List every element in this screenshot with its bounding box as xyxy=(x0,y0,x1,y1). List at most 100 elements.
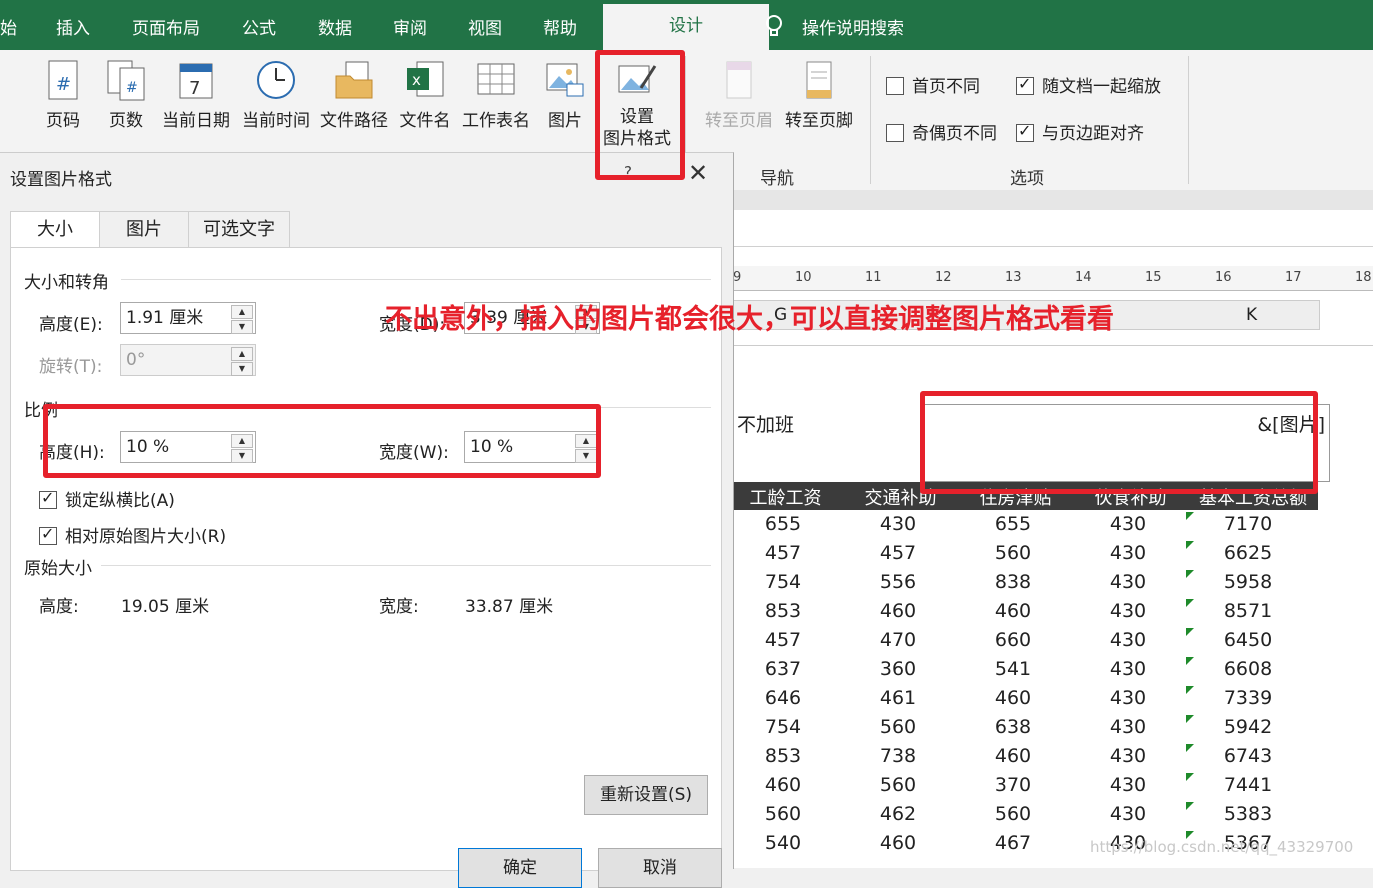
table-cell[interactable]: 460 xyxy=(963,600,1063,622)
table-cell[interactable]: 461 xyxy=(848,687,948,709)
table-cell[interactable]: 556 xyxy=(848,571,948,593)
header-left-text[interactable]: 不加班 xyxy=(737,410,794,437)
table-cell[interactable]: 6625 xyxy=(1198,542,1298,564)
table-cell[interactable]: 7170 xyxy=(1198,513,1298,535)
tab-design[interactable]: 设计 xyxy=(603,4,769,50)
table-cell[interactable]: 541 xyxy=(963,658,1063,680)
table-cell[interactable]: 430 xyxy=(1078,803,1178,825)
table-cell[interactable]: 560 xyxy=(733,803,833,825)
tab-view[interactable]: 视图 xyxy=(468,14,502,39)
sheet-name-button[interactable]: 工作表名 xyxy=(458,58,534,131)
table-cell[interactable]: 430 xyxy=(1078,571,1178,593)
tab-page-layout[interactable]: 页面布局 xyxy=(132,14,200,39)
table-cell[interactable]: 5958 xyxy=(1198,571,1298,593)
table-cell[interactable]: 470 xyxy=(848,629,948,651)
option-align-margins[interactable]: 与页边距对齐 xyxy=(1016,119,1144,144)
table-cell[interactable]: 430 xyxy=(848,513,948,535)
table-cell[interactable]: 460 xyxy=(963,687,1063,709)
height-spin-arrows[interactable]: ▲ ▼ xyxy=(231,305,253,334)
option-diff-odd-even[interactable]: 奇偶页不同 xyxy=(886,119,997,144)
tab-data[interactable]: 数据 xyxy=(318,14,352,39)
ok-button[interactable]: 确定 xyxy=(458,848,582,888)
relative-original-option[interactable]: 相对原始图片大小(R) xyxy=(39,522,226,547)
table-cell[interactable]: 460 xyxy=(848,832,948,854)
table-cell[interactable]: 7441 xyxy=(1198,774,1298,796)
relative-original-checkbox[interactable] xyxy=(39,524,57,545)
option-diff-first[interactable]: 首页不同 xyxy=(886,72,980,97)
table-cell[interactable]: 430 xyxy=(1078,629,1178,651)
table-cell[interactable]: 467 xyxy=(963,832,1063,854)
column-header-k[interactable]: K xyxy=(1246,305,1257,325)
lock-aspect-checkbox[interactable] xyxy=(39,488,57,509)
table-cell[interactable]: 660 xyxy=(963,629,1063,651)
table-cell[interactable]: 853 xyxy=(733,745,833,767)
table-cell[interactable]: 560 xyxy=(963,542,1063,564)
tab-home[interactable]: 始 xyxy=(0,14,17,39)
rotate-spin-arrows[interactable]: ▲ ▼ xyxy=(231,347,253,376)
goto-header-button[interactable]: 转至页眉 xyxy=(700,58,778,131)
down-arrow-icon[interactable]: ▼ xyxy=(231,362,253,376)
table-cell[interactable]: 430 xyxy=(1078,774,1178,796)
table-cell[interactable]: 370 xyxy=(963,774,1063,796)
close-icon[interactable]: ✕ xyxy=(688,159,708,187)
table-cell[interactable]: 6608 xyxy=(1198,658,1298,680)
tab-review[interactable]: 审阅 xyxy=(393,14,427,39)
goto-footer-button[interactable]: 转至页脚 xyxy=(780,58,858,131)
table-cell[interactable]: 360 xyxy=(848,658,948,680)
table-cell[interactable]: 460 xyxy=(848,600,948,622)
table-cell[interactable]: 430 xyxy=(1078,716,1178,738)
table-cell[interactable]: 6743 xyxy=(1198,745,1298,767)
table-cell[interactable]: 457 xyxy=(733,542,833,564)
option-scale-with-doc[interactable]: 随文档一起缩放 xyxy=(1016,72,1161,97)
scale-with-doc-checkbox[interactable] xyxy=(1016,74,1034,95)
table-cell[interactable]: 460 xyxy=(733,774,833,796)
table-cell[interactable]: 430 xyxy=(1078,542,1178,564)
diff-odd-even-checkbox[interactable] xyxy=(886,124,904,142)
table-cell[interactable]: 460 xyxy=(963,745,1063,767)
table-cell[interactable]: 738 xyxy=(848,745,948,767)
table-cell[interactable]: 838 xyxy=(963,571,1063,593)
cancel-button[interactable]: 取消 xyxy=(598,848,722,888)
current-date-button[interactable]: 7 当前日期 xyxy=(158,58,234,131)
diff-first-checkbox[interactable] xyxy=(886,77,904,95)
table-cell[interactable]: 457 xyxy=(848,542,948,564)
picture-button[interactable]: 图片 xyxy=(532,58,598,131)
page-number-button[interactable]: # 页码 xyxy=(28,58,98,131)
up-arrow-icon[interactable]: ▲ xyxy=(231,347,253,361)
table-cell[interactable]: 430 xyxy=(1078,513,1178,535)
table-cell[interactable]: 853 xyxy=(733,600,833,622)
table-cell[interactable]: 5383 xyxy=(1198,803,1298,825)
lock-aspect-option[interactable]: 锁定纵横比(A) xyxy=(39,486,175,511)
current-time-button[interactable]: 当前时间 xyxy=(238,58,314,131)
tab-help[interactable]: 帮助 xyxy=(543,14,577,39)
table-cell[interactable]: 462 xyxy=(848,803,948,825)
file-name-button[interactable]: x 文件名 xyxy=(394,58,456,131)
table-cell[interactable]: 655 xyxy=(963,513,1063,535)
align-margins-checkbox[interactable] xyxy=(1016,121,1034,142)
table-cell[interactable]: 6450 xyxy=(1198,629,1298,651)
table-cell[interactable]: 754 xyxy=(733,716,833,738)
table-cell[interactable]: 430 xyxy=(1078,658,1178,680)
table-cell[interactable]: 430 xyxy=(1078,600,1178,622)
reset-button[interactable]: 重新设置(S) xyxy=(584,775,708,815)
table-cell[interactable]: 655 xyxy=(733,513,833,535)
up-arrow-icon[interactable]: ▲ xyxy=(231,305,253,319)
file-path-button[interactable]: 文件路径 xyxy=(316,58,392,131)
page-count-button[interactable]: # 页数 xyxy=(91,58,161,131)
tab-picture[interactable]: 图片 xyxy=(99,211,189,249)
table-cell[interactable]: 638 xyxy=(963,716,1063,738)
table-cell[interactable]: 754 xyxy=(733,571,833,593)
tab-alt-text[interactable]: 可选文字 xyxy=(188,211,290,249)
table-cell[interactable]: 646 xyxy=(733,687,833,709)
table-cell[interactable]: 637 xyxy=(733,658,833,680)
down-arrow-icon[interactable]: ▼ xyxy=(231,320,253,334)
table-cell[interactable]: 430 xyxy=(1078,745,1178,767)
tab-formulas[interactable]: 公式 xyxy=(242,14,276,39)
rotate-spinner[interactable]: 0° ▲ ▼ xyxy=(120,344,256,376)
table-cell[interactable]: 457 xyxy=(733,629,833,651)
table-cell[interactable]: 5942 xyxy=(1198,716,1298,738)
table-cell[interactable]: 560 xyxy=(848,774,948,796)
height-spinner[interactable]: 1.91 厘米 ▲ ▼ xyxy=(120,302,256,334)
table-cell[interactable]: 7339 xyxy=(1198,687,1298,709)
tab-insert[interactable]: 插入 xyxy=(56,14,90,39)
